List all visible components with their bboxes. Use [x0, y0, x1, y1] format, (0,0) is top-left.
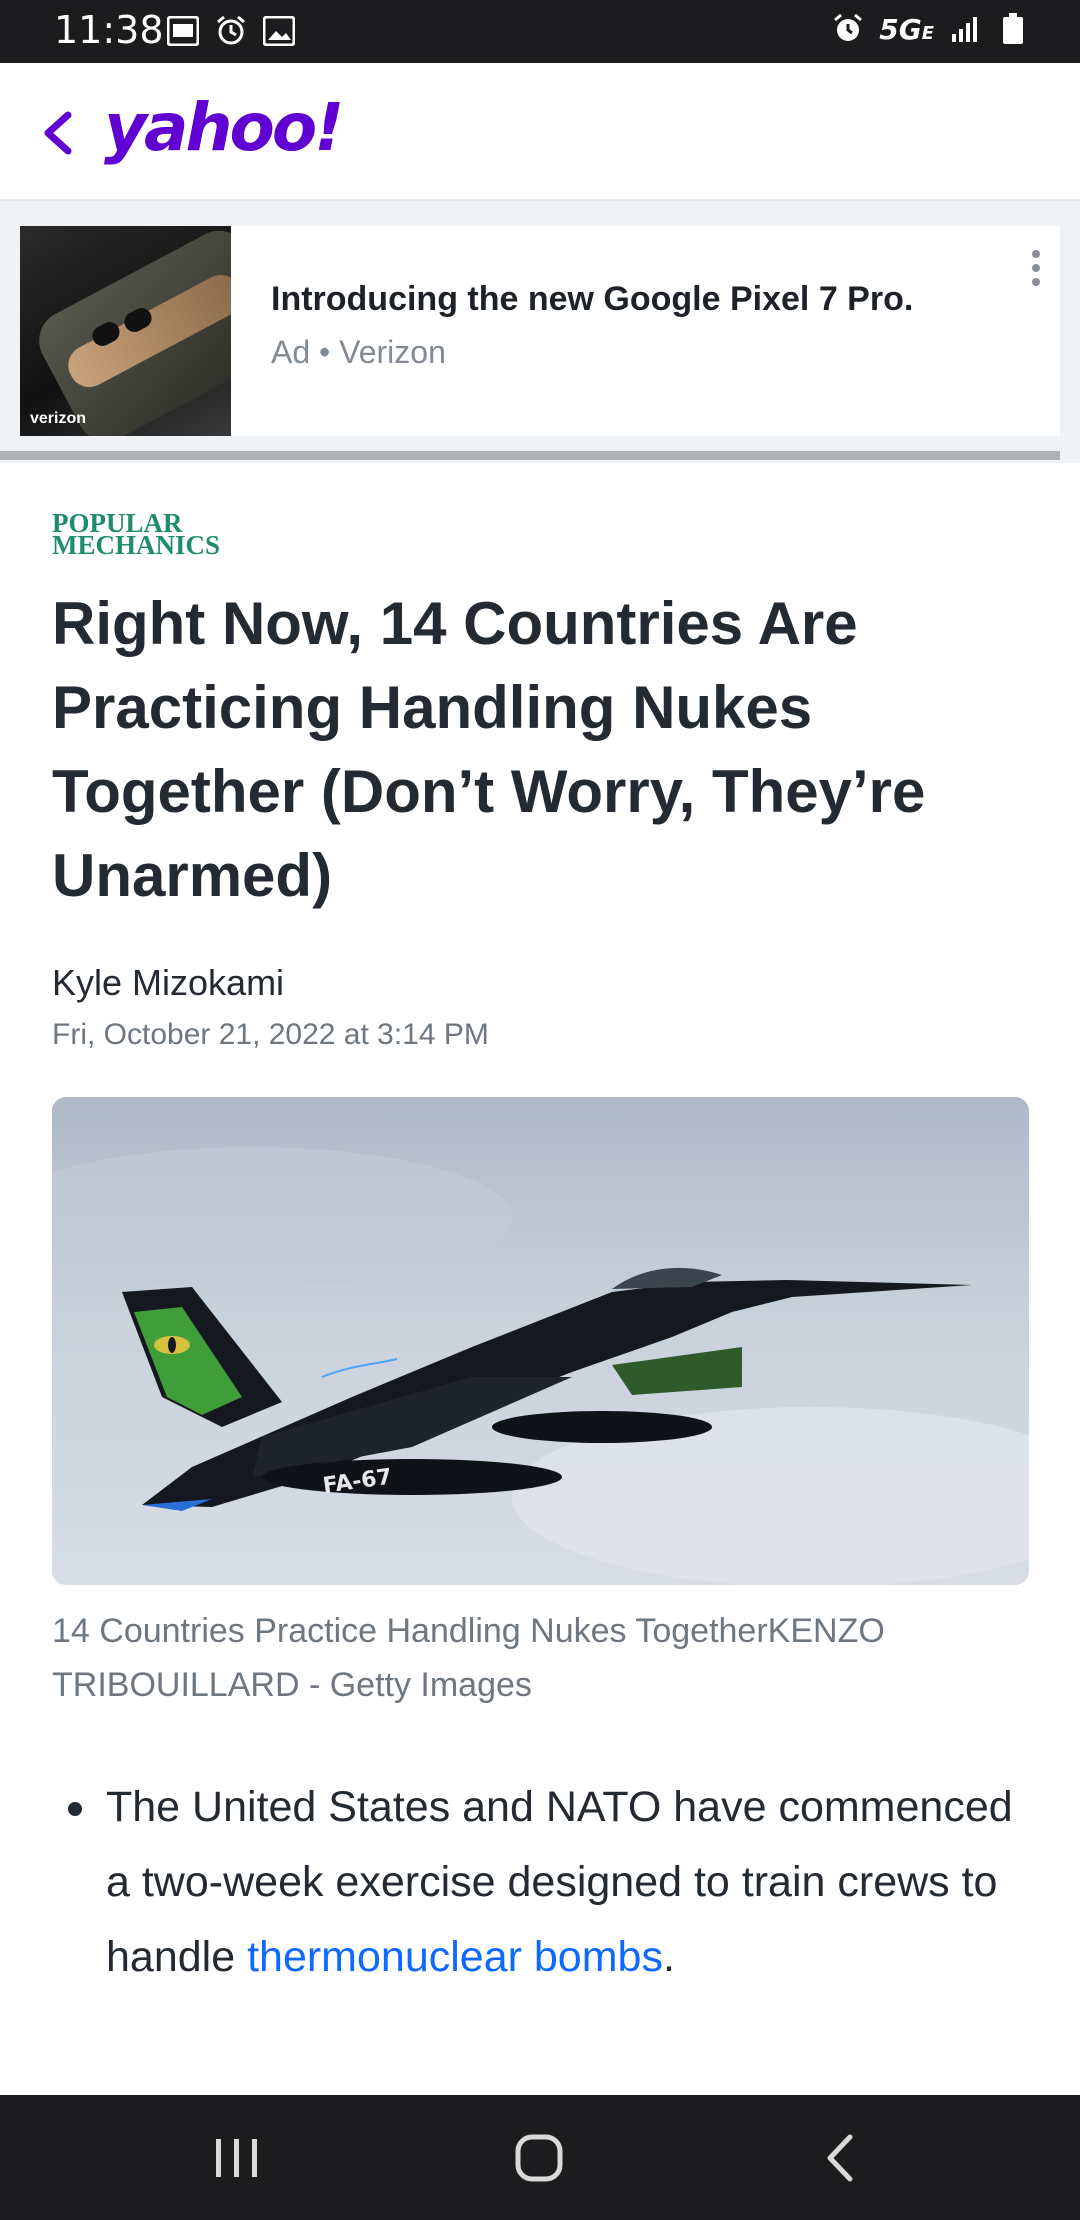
status-bar: 11:38 5GE [0, 0, 1080, 63]
status-time: 11:38 [54, 8, 164, 52]
ad-more-options-button[interactable] [1026, 246, 1046, 290]
yahoo-logo[interactable]: yahoo! [104, 89, 344, 166]
bullet-text-end: . [662, 1933, 675, 1981]
recents-button[interactable] [202, 2125, 272, 2191]
back-arrow-icon [827, 2134, 853, 2182]
battery-icon [996, 12, 1030, 46]
alarm-icon [214, 14, 248, 48]
ad-image-brand: verizon [30, 410, 87, 427]
summary-bullet: The United States and NATO have commence… [52, 1770, 1032, 1995]
back-button[interactable] [36, 103, 80, 163]
status-notification-icons [166, 14, 296, 48]
news-app-icon [166, 14, 200, 48]
alarm-set-icon [831, 12, 865, 46]
fighter-jet-illustration: FA-67 [52, 1147, 1029, 1585]
summary-bullet-list: The United States and NATO have commence… [52, 1770, 1032, 1995]
system-back-button[interactable] [806, 2125, 876, 2191]
more-vertical-icon [1032, 250, 1040, 286]
bullet-dot-icon [68, 1802, 82, 1816]
ad-container: verizon Introducing the new Google Pixel… [0, 201, 1080, 463]
home-button[interactable] [504, 2125, 574, 2191]
article-author[interactable]: Kyle Mizokami [52, 962, 284, 1004]
image-caption: 14 Countries Practice Handling Nukes Tog… [52, 1612, 885, 1704]
chevron-left-icon [44, 111, 72, 155]
app-header: yahoo! [0, 63, 1080, 201]
gallery-icon [262, 14, 296, 48]
home-icon [515, 2134, 563, 2182]
publisher-logo[interactable]: POPULAR MECHANICS [52, 510, 221, 560]
ad-divider [0, 451, 1060, 460]
ad-title[interactable]: Introducing the new Google Pixel 7 Pro. [271, 280, 913, 319]
signal-icon [948, 12, 982, 46]
article-date: Fri, October 21, 2022 at 3:14 PM [52, 1018, 489, 1051]
thermonuclear-bombs-link[interactable]: thermonuclear bombs [247, 1933, 663, 1981]
article-headline: Right Now, 14 Countries Are Practicing H… [52, 590, 926, 909]
network-type: 5GE [879, 12, 934, 46]
article-hero-image[interactable]: FA-67 [52, 1097, 1029, 1585]
publisher-line-2: MECHANICS [52, 530, 221, 560]
system-navigation-bar [0, 2095, 1080, 2220]
recents-icon [216, 2139, 257, 2177]
status-system-icons: 5GE [831, 12, 1030, 46]
ad-meta: Ad • Verizon [271, 334, 446, 370]
ad-image[interactable]: verizon [20, 226, 231, 436]
ad-card[interactable]: verizon Introducing the new Google Pixel… [20, 226, 1060, 436]
